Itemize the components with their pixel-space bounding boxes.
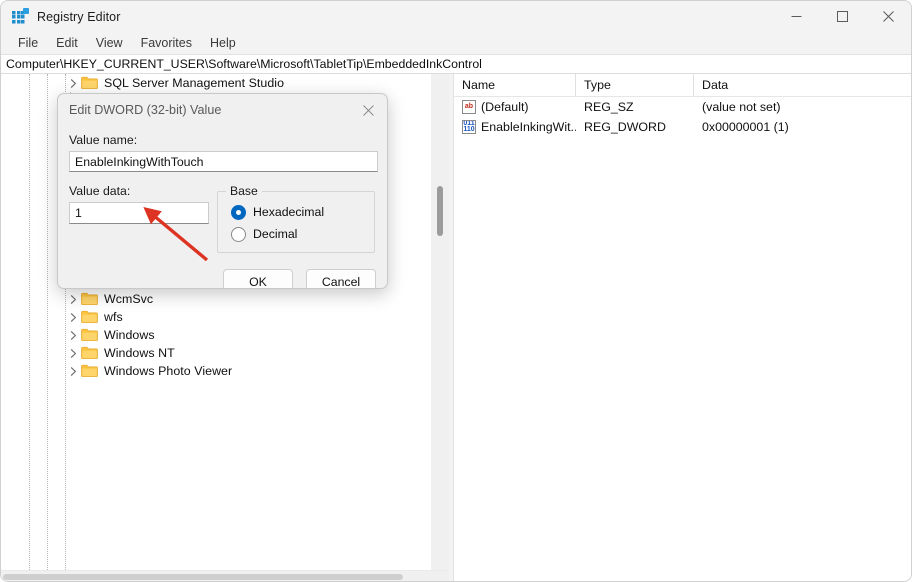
tree-item-windows-nt[interactable]: Windows NT xyxy=(1,344,431,362)
value-data-input[interactable]: 1 xyxy=(69,202,209,224)
close-icon[interactable] xyxy=(349,94,387,126)
tree-item-windows[interactable]: Windows xyxy=(1,326,431,344)
value-name-cell: ab (Default) xyxy=(454,97,576,117)
tree-item-label: SQL Server Management Studio xyxy=(104,76,284,90)
value-name-input[interactable]: EnableInkingWithTouch xyxy=(69,151,378,172)
value-data-cell: 0x00000001 (1) xyxy=(694,117,912,137)
folder-icon xyxy=(81,76,98,90)
tree-item-label: WcmSvc xyxy=(104,292,153,306)
folder-icon xyxy=(81,328,98,342)
dialog-title: Edit DWORD (32-bit) Value xyxy=(69,103,221,117)
menu-item-favorites[interactable]: Favorites xyxy=(132,34,201,52)
chevron-right-icon[interactable] xyxy=(65,290,81,308)
column-header-type[interactable]: Type xyxy=(576,74,694,96)
registry-icon xyxy=(12,9,28,25)
value-type-cell: REG_DWORD xyxy=(576,117,694,137)
reg-sz-icon: ab xyxy=(462,100,476,114)
values-rows: ab (Default) REG_SZ(value not set) 011110 En… xyxy=(454,97,912,137)
radio-label-hexadecimal: Hexadecimal xyxy=(253,205,324,219)
edit-dword-dialog: Edit DWORD (32-bit) Value Value name: En… xyxy=(57,93,388,289)
chevron-right-icon[interactable] xyxy=(65,74,81,92)
chevron-right-icon[interactable] xyxy=(65,344,81,362)
chevron-right-icon[interactable] xyxy=(65,362,81,380)
dialog-title-bar: Edit DWORD (32-bit) Value xyxy=(58,94,387,126)
maximize-icon[interactable] xyxy=(819,1,865,32)
column-header-data[interactable]: Data xyxy=(694,74,912,96)
tree-item-sql-server-management-studio[interactable]: SQL Server Management Studio xyxy=(1,74,431,92)
menu-item-file[interactable]: File xyxy=(9,34,47,52)
table-row[interactable]: 011110 EnableInkingWit...REG_DWORD0x00000… xyxy=(454,117,912,137)
menu-bar: File Edit View Favorites Help xyxy=(1,32,911,54)
tree-vertical-scroll-thumb[interactable] xyxy=(437,186,443,236)
title-bar: Registry Editor xyxy=(1,1,911,32)
tree-item-label: Windows NT xyxy=(104,346,175,360)
close-icon[interactable] xyxy=(865,1,911,32)
registry-values-pane: Name Type Data ab (Default) REG_SZ(value n… xyxy=(453,74,912,582)
chevron-right-icon[interactable] xyxy=(65,308,81,326)
address-bar[interactable]: Computer\HKEY_CURRENT_USER\Software\Micr… xyxy=(1,54,911,74)
reg-dword-icon: 011110 xyxy=(462,120,476,134)
value-name-label: Value name: xyxy=(69,133,376,147)
value-data-cell: (value not set) xyxy=(694,97,912,117)
value-name-text: EnableInkingWit... xyxy=(481,120,576,134)
tree-item-wfs[interactable]: wfs xyxy=(1,308,431,326)
menu-item-help[interactable]: Help xyxy=(201,34,245,52)
column-header-name[interactable]: Name xyxy=(454,74,576,96)
menu-item-edit[interactable]: Edit xyxy=(47,34,87,52)
registry-path: Computer\HKEY_CURRENT_USER\Software\Micr… xyxy=(1,57,482,71)
chevron-right-icon[interactable] xyxy=(65,326,81,344)
dialog-body: Value name: EnableInkingWithTouch Value … xyxy=(58,133,387,289)
folder-icon xyxy=(81,364,98,378)
value-type-cell: REG_SZ xyxy=(576,97,694,117)
value-name-text: (Default) xyxy=(481,100,529,114)
values-column-header: Name Type Data xyxy=(454,74,912,97)
tree-item-label: wfs xyxy=(104,310,123,324)
folder-icon xyxy=(81,310,98,324)
tree-item-label: Windows Photo Viewer xyxy=(104,364,232,378)
registry-editor-window: Registry Editor File Edit View Favorites… xyxy=(0,0,912,582)
tree-horizontal-scrollbar[interactable] xyxy=(1,570,449,582)
cancel-button[interactable]: Cancel xyxy=(306,269,376,289)
tree-item-label: Windows xyxy=(104,328,155,342)
radio-label-decimal: Decimal xyxy=(253,227,297,241)
tree-item-wcmsvc[interactable]: WcmSvc xyxy=(1,290,431,308)
ok-button[interactable]: OK xyxy=(223,269,293,289)
minimize-icon[interactable] xyxy=(773,1,819,32)
radio-row-decimal[interactable]: Decimal xyxy=(218,223,374,245)
radio-row-hexadecimal[interactable]: Hexadecimal xyxy=(218,201,374,223)
value-data-label: Value data: xyxy=(69,184,217,198)
tree-item-windows-photo-viewer[interactable]: Windows Photo Viewer xyxy=(1,362,431,380)
tree-horizontal-scroll-thumb[interactable] xyxy=(3,574,403,580)
base-group: Base Hexadecimal Decimal xyxy=(217,191,375,253)
window-title: Registry Editor xyxy=(37,10,120,24)
tree-vertical-scrollbar[interactable] xyxy=(431,74,449,570)
folder-icon xyxy=(81,346,98,360)
folder-icon xyxy=(81,292,98,306)
radio-decimal[interactable] xyxy=(231,227,246,242)
radio-hexadecimal[interactable] xyxy=(231,205,246,220)
base-group-legend: Base xyxy=(226,184,262,198)
value-name-cell: 011110 EnableInkingWit... xyxy=(454,117,576,137)
window-controls xyxy=(773,1,911,32)
table-row[interactable]: ab (Default) REG_SZ(value not set) xyxy=(454,97,912,117)
menu-item-view[interactable]: View xyxy=(87,34,132,52)
